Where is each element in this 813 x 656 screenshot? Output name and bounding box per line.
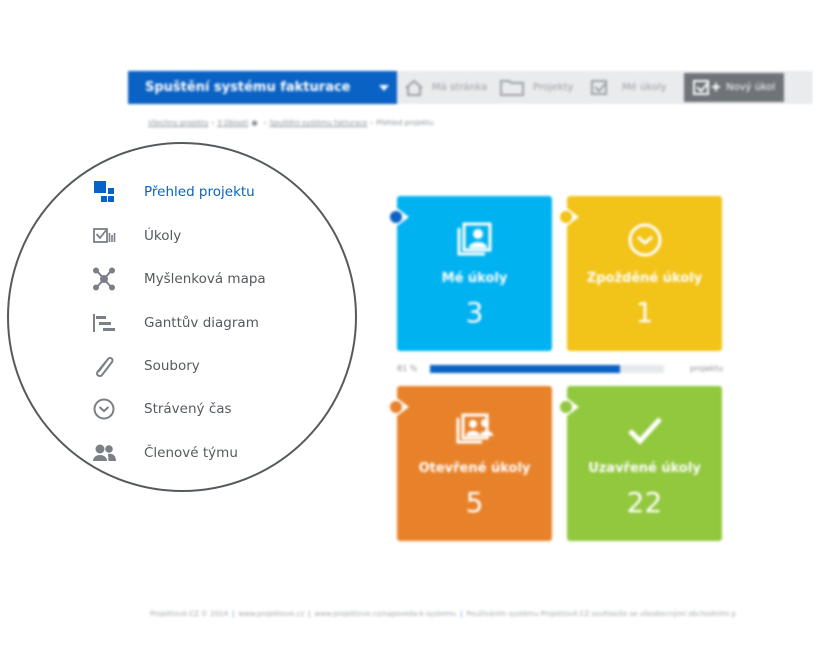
folder-icon [500,80,524,96]
menu-item-label: Soubory [144,358,200,374]
tile-label: Uzavřené úkoly [588,461,701,476]
nav-my-page-label: Má stránka [432,82,488,93]
my-tasks-icon [457,222,491,256]
tile-count: 1 [635,296,654,329]
progress-percent: 81 % [397,364,418,373]
clock-icon [93,398,115,420]
progress-suffix: projektu [689,364,723,373]
nav-projects-label: Projekty [533,82,574,93]
menu-item-label: Ganttův diagram [144,315,259,331]
tasks-icon [93,228,116,243]
tile-label: Otevřené úkoly [418,461,531,476]
footer-link[interactable]: www.projektove.cz [238,610,304,618]
check-icon [627,417,662,445]
breadcrumb-link[interactable]: 3 Oblasti [217,119,248,127]
footer: Projektově.CZ © 2014 | www.projektove.cz | w… [150,610,736,618]
dashboard-icon [94,181,114,202]
new-task-button[interactable]: Nový úkol [684,73,784,102]
breadcrumb-current: Přehled projektu [376,119,434,127]
project-select[interactable]: Spuštění systému fakturace [128,71,397,104]
breadcrumb: Všechny projekty › 3 Oblasti ● › Spuštění sys… [148,119,434,127]
breadcrumb-link[interactable]: Spuštění systému fakturace [269,119,367,127]
tile-open-tasks[interactable]: Otevřené úkoly 5 [390,386,552,541]
tile-label: Mé úkoly [441,271,508,286]
breadcrumb-link[interactable]: Všechny projekty [148,119,208,127]
menu-item-label: Členové týmu [144,445,238,461]
project-select-label: Spuštění systému fakturace [145,80,351,95]
progress-track [430,365,664,373]
clock-icon [628,223,661,257]
footer-terms: Používáním systému Projektově.CZ souhlas… [466,610,736,618]
team-icon [93,444,116,461]
tile-delayed-tasks[interactable]: Zpožděné úkoly 1 [560,196,722,351]
tasks-icon [591,80,607,95]
gantt-icon [93,314,115,332]
tile-count: 5 [465,486,484,519]
home-icon [405,79,423,96]
chevron-down-icon [379,85,389,91]
tile-count: 3 [465,296,484,329]
new-task-label: Nový úkol [726,82,776,93]
project-progress: 81 % projektu [397,362,723,376]
nav-my-tasks-label: Mé úkoly [622,82,667,93]
tile-label: Zpožděné úkoly [586,271,703,286]
footer-copyright: Projektově.CZ © 2014 [150,610,229,618]
add-task-icon [693,80,720,95]
open-tasks-icon [456,413,493,444]
tile-closed-tasks[interactable]: Uzavřené úkoly 22 [560,386,722,541]
menu-item-label: Myšlenková mapa [144,271,266,287]
menu-item-label: Úkoly [144,228,182,244]
footer-link[interactable]: www.projektove.cz/napoveda-k-systemu [315,610,457,618]
tile-my-tasks[interactable]: Mé úkoly 3 [390,196,552,351]
menu-item-label: Strávený čas [144,401,232,417]
mindmap-icon [93,267,115,291]
progress-fill [430,365,620,373]
menu-item-label: Přehled projektu [144,184,255,200]
paperclip-icon [96,356,114,378]
tile-count: 22 [626,486,663,519]
